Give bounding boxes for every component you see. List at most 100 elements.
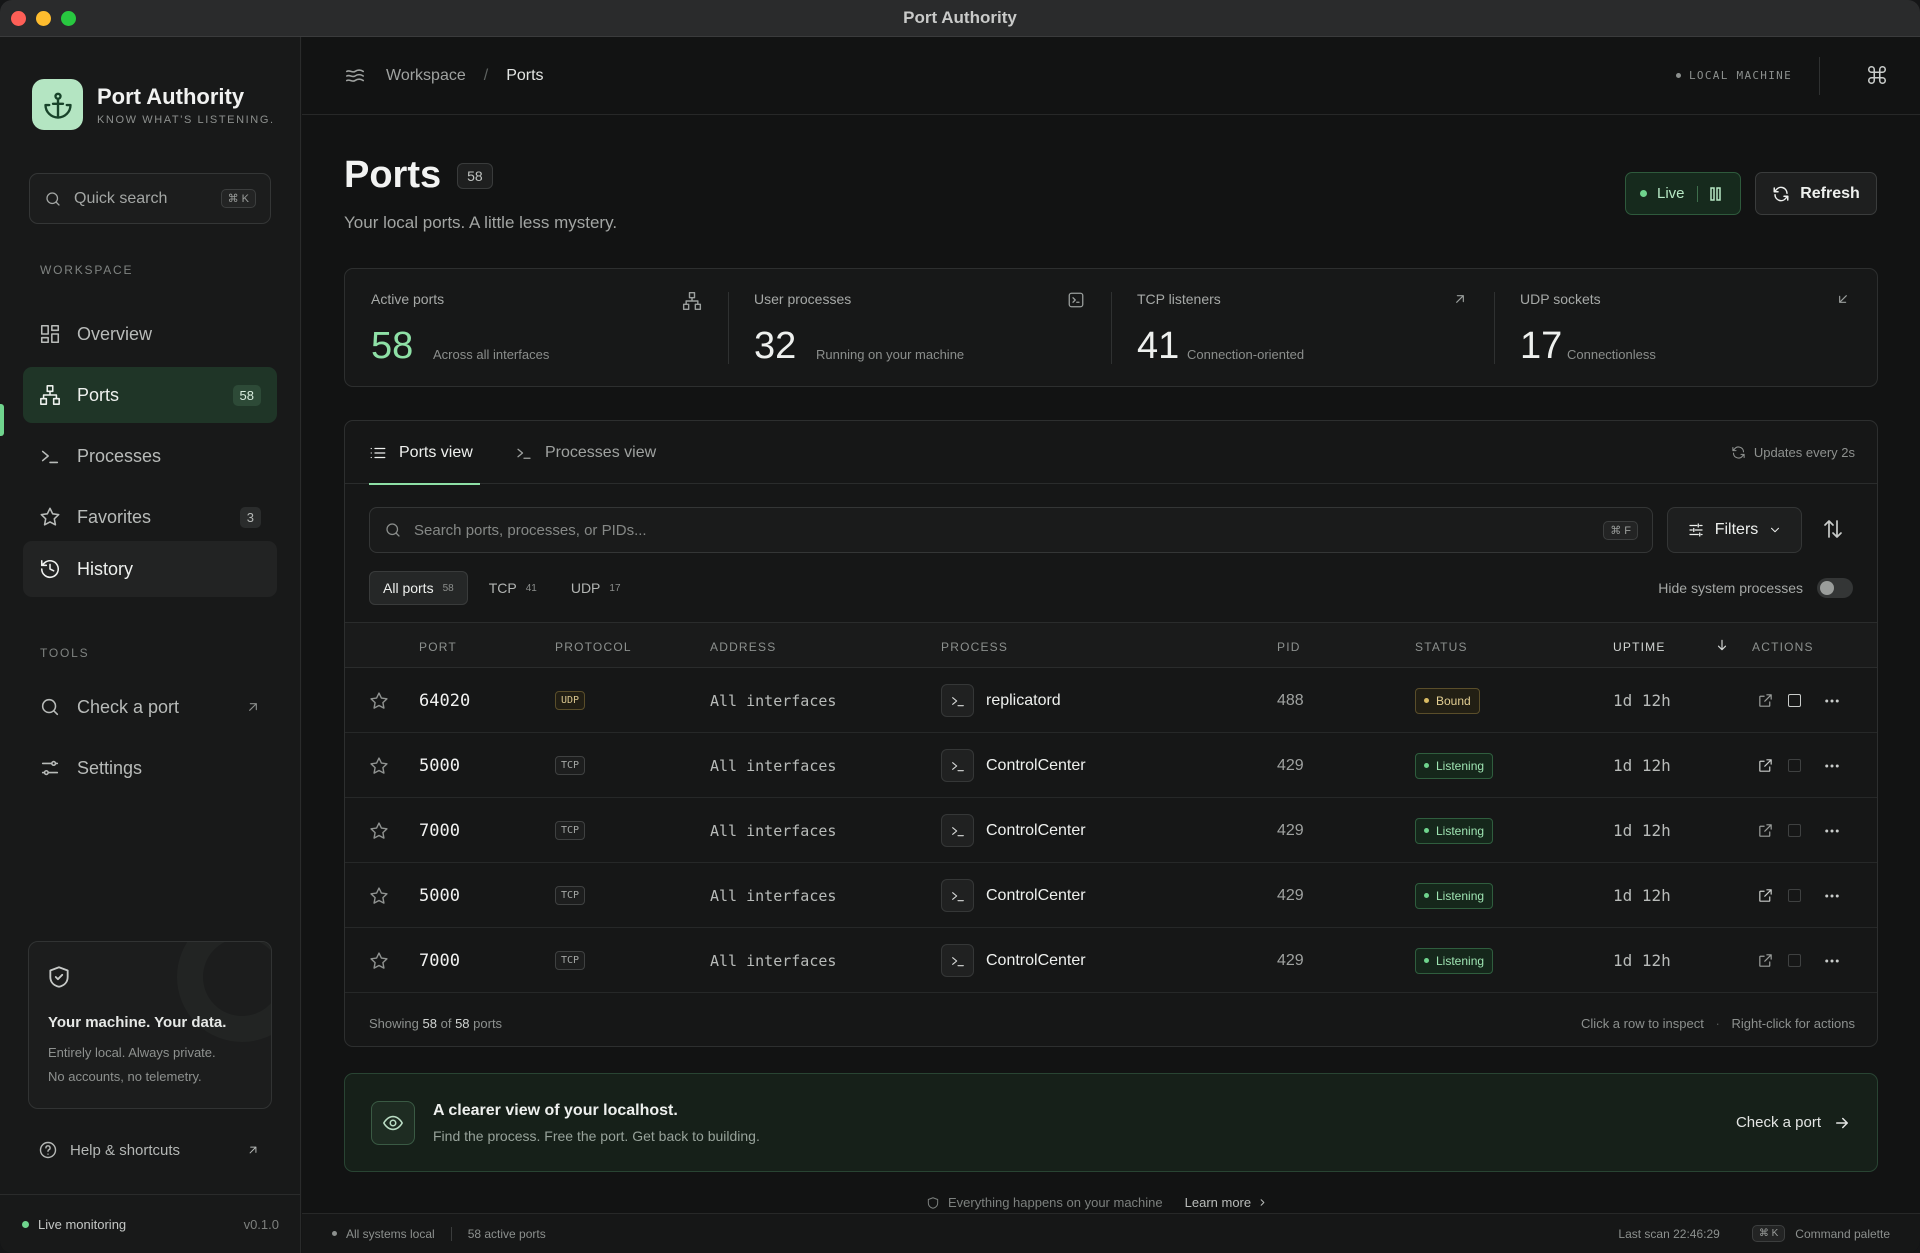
- privacy-title: Your machine. Your data.: [48, 1014, 227, 1031]
- star-icon[interactable]: [369, 863, 389, 928]
- table-row[interactable]: 5000 TCP All interfaces ControlCenter 42…: [345, 863, 1877, 928]
- hide-system-toggle[interactable]: [1817, 578, 1853, 598]
- stop-icon[interactable]: [1788, 694, 1801, 707]
- learn-more-link[interactable]: Learn more: [1185, 1195, 1251, 1210]
- live-label: Live: [1657, 185, 1685, 202]
- stop-icon[interactable]: [1788, 889, 1801, 902]
- sidebar-item-label: Check a port: [77, 696, 180, 717]
- column-uptime[interactable]: UPTIME: [1613, 640, 1666, 654]
- sidebar-item-favorites[interactable]: Favorites 3: [23, 489, 277, 545]
- help-shortcuts-link[interactable]: Help & shortcuts: [38, 1140, 260, 1160]
- active-indicator: [0, 404, 4, 436]
- port-search[interactable]: ⌘ F: [369, 507, 1653, 553]
- table-row[interactable]: 5000 TCP All interfaces ControlCenter 42…: [345, 733, 1877, 798]
- menu-icon[interactable]: [344, 65, 366, 87]
- close-window-button[interactable]: [11, 11, 26, 26]
- table-row[interactable]: 64020 UDP All interfaces replicatord 488…: [345, 668, 1877, 733]
- more-icon[interactable]: [1823, 952, 1841, 970]
- workspace-section-label: WORKSPACE: [40, 263, 134, 277]
- more-icon[interactable]: [1823, 757, 1841, 775]
- command-palette-button[interactable]: Command palette: [1795, 1227, 1890, 1241]
- tab-ports-view[interactable]: Ports view: [369, 421, 480, 485]
- open-external-icon[interactable]: [1757, 757, 1774, 774]
- star-icon[interactable]: [369, 668, 389, 733]
- table-row[interactable]: 7000 TCP All interfaces ControlCenter 42…: [345, 798, 1877, 863]
- process-cell: ControlCenter: [941, 928, 1086, 993]
- chip-label: TCP: [488, 580, 517, 596]
- search-input[interactable]: [414, 521, 1604, 539]
- main-content: Workspace / Ports LOCAL MACHINE Ports 58…: [302, 37, 1920, 1253]
- open-external-icon[interactable]: [1757, 887, 1774, 904]
- filters-button[interactable]: Filters: [1667, 507, 1802, 553]
- chip-all-ports[interactable]: All ports 58: [369, 571, 468, 605]
- check-port-label: Check a port: [1735, 1114, 1821, 1131]
- check-port-link[interactable]: Check a port: [1736, 1114, 1851, 1132]
- status-bar: All systems local 58 active ports Last s…: [302, 1213, 1920, 1253]
- more-icon[interactable]: [1823, 822, 1841, 840]
- open-external-icon[interactable]: [1757, 822, 1774, 839]
- live-monitoring-label: Live monitoring: [38, 1216, 127, 1232]
- open-external-icon[interactable]: [1757, 952, 1774, 969]
- table-row[interactable]: 7000 TCP All interfaces ControlCenter 42…: [345, 928, 1877, 993]
- stop-icon[interactable]: [1788, 824, 1801, 837]
- search-shortcut: ⌘ F: [1603, 520, 1638, 540]
- protocol-cell: UDP: [555, 668, 586, 733]
- chip-label: UDP: [570, 580, 601, 596]
- window-title: Port Authority: [903, 8, 1017, 27]
- chip-udp[interactable]: UDP 17: [558, 571, 634, 605]
- chip-tcp[interactable]: TCP 41: [476, 571, 550, 605]
- command-icon[interactable]: [1866, 64, 1888, 86]
- process-cell: replicatord: [941, 668, 1061, 733]
- refresh-button[interactable]: Refresh: [1755, 172, 1877, 215]
- quick-search-button[interactable]: Quick search ⌘ K: [29, 173, 271, 224]
- sidebar-item-overview[interactable]: Overview: [23, 306, 277, 362]
- pause-icon[interactable]: [1709, 186, 1722, 201]
- refresh-icon: [1731, 445, 1746, 460]
- row-actions: [1757, 928, 1841, 993]
- column-process[interactable]: PROCESS: [941, 640, 1008, 654]
- minimize-window-button[interactable]: [36, 11, 51, 26]
- privacy-line: No accounts, no telemetry.: [48, 1069, 202, 1084]
- port-number: 5000: [419, 755, 460, 776]
- column-port[interactable]: PORT: [419, 640, 457, 654]
- promo-subtitle: Find the process. Free the port. Get bac…: [433, 1127, 760, 1144]
- sidebar-item-history[interactable]: History: [23, 541, 277, 597]
- status-dot: [1424, 763, 1429, 768]
- column-pid[interactable]: PID: [1277, 640, 1301, 654]
- sidebar-item-ports[interactable]: Ports 58: [23, 367, 277, 423]
- pid-value: 429: [1277, 886, 1304, 904]
- column-address[interactable]: ADDRESS: [710, 640, 776, 654]
- breadcrumb-workspace[interactable]: Workspace: [386, 67, 466, 85]
- machine-indicator: LOCAL MACHINE: [1676, 69, 1792, 82]
- column-status[interactable]: STATUS: [1415, 640, 1468, 654]
- sidebar-item-settings[interactable]: Settings: [23, 740, 277, 796]
- showing-count: Showing 58 of 58 ports: [369, 1016, 502, 1031]
- star-icon[interactable]: [369, 733, 389, 798]
- more-icon[interactable]: [1823, 692, 1841, 710]
- column-protocol[interactable]: PROTOCOL: [555, 640, 632, 654]
- sort-icon[interactable]: [1821, 517, 1845, 541]
- sidebar-item-check-port[interactable]: Check a port: [23, 679, 277, 735]
- live-toggle[interactable]: Live: [1625, 172, 1741, 215]
- star-icon[interactable]: [369, 798, 389, 863]
- stat-value: 41: [1137, 325, 1180, 367]
- quick-search-label: Quick search: [74, 189, 168, 207]
- zoom-window-button[interactable]: [61, 11, 76, 26]
- stop-icon[interactable]: [1788, 954, 1801, 967]
- breadcrumb-ports: Ports: [506, 66, 544, 84]
- more-icon[interactable]: [1823, 887, 1841, 905]
- chevron-down-icon: [1768, 523, 1782, 537]
- sidebar-item-processes[interactable]: Processes: [23, 428, 277, 484]
- stop-icon[interactable]: [1788, 759, 1801, 772]
- version-label: v0.1.0: [243, 1216, 279, 1232]
- tab-processes-view[interactable]: Processes view: [515, 421, 656, 484]
- status-cell: Listening: [1415, 863, 1494, 928]
- table-header: PORT PROTOCOL ADDRESS PROCESS PID STATUS…: [345, 622, 1877, 668]
- search-icon: [384, 521, 402, 539]
- open-external-icon[interactable]: [1757, 692, 1774, 709]
- footnote-text: Everything happens on your machine: [948, 1195, 1163, 1210]
- star-icon[interactable]: [369, 928, 389, 993]
- status-text: Listening: [1436, 888, 1485, 903]
- stats-row: Active ports 58 Across all interfaces Us…: [344, 268, 1878, 387]
- star-icon: [39, 506, 61, 528]
